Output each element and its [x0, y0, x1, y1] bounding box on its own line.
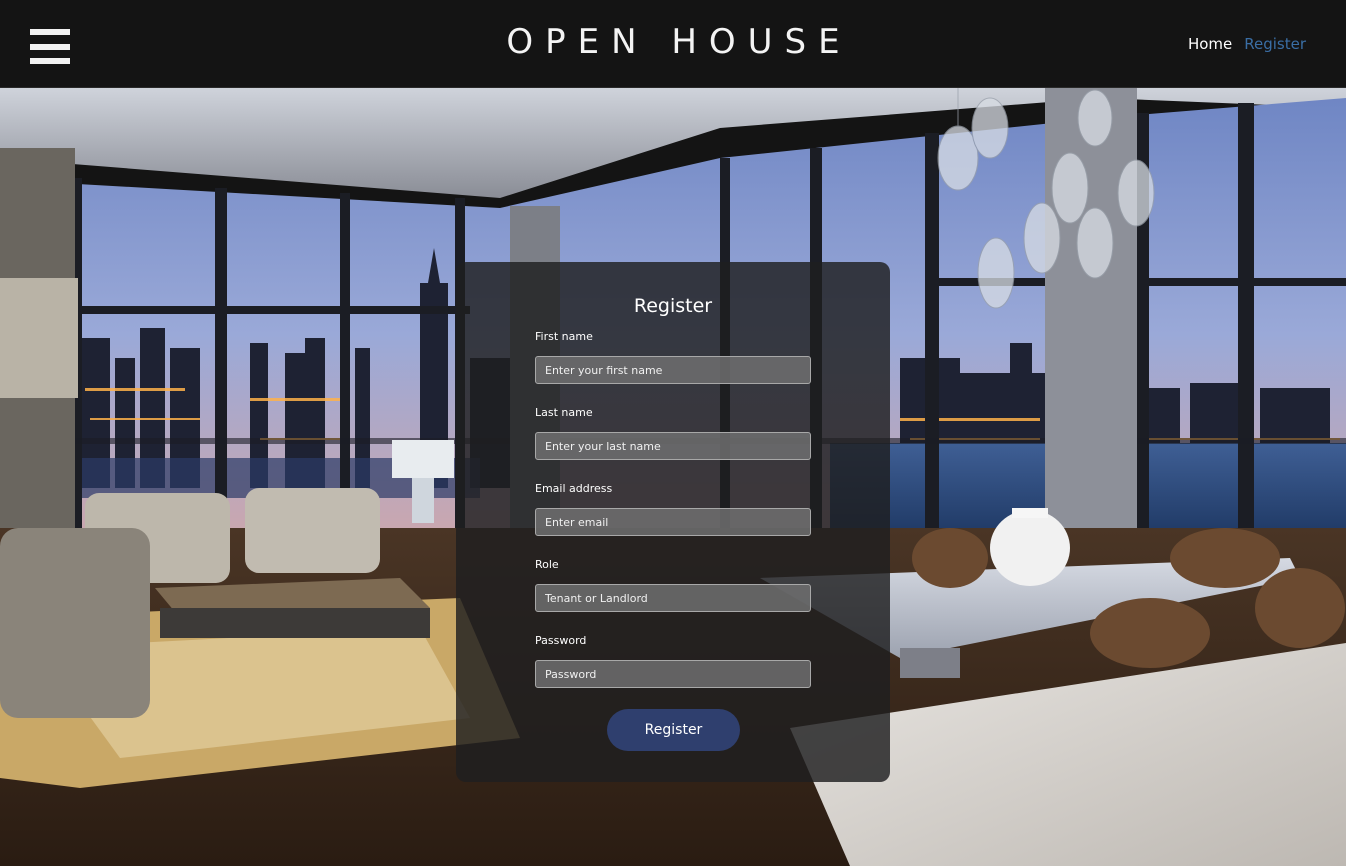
last-name-input[interactable]	[535, 432, 811, 460]
first-name-input[interactable]	[535, 356, 811, 384]
password-input[interactable]	[535, 660, 811, 688]
first-name-label: First name	[535, 330, 593, 343]
register-submit-button[interactable]: Register	[607, 709, 740, 751]
password-label: Password	[535, 634, 587, 647]
last-name-label: Last name	[535, 406, 593, 419]
site-brand[interactable]: OPEN HOUSE	[0, 22, 1346, 62]
top-navbar: OPEN HOUSE Home Register	[0, 0, 1346, 88]
form-title: Register	[633, 295, 713, 317]
role-input[interactable]	[535, 584, 811, 612]
register-form: Register First name Last name Email addr…	[456, 262, 890, 782]
email-input[interactable]	[535, 508, 811, 536]
nav-register-link[interactable]: Register	[1244, 35, 1306, 53]
nav-home-link[interactable]: Home	[1188, 35, 1232, 53]
email-label: Email address	[535, 482, 613, 495]
nav-links: Home Register	[1188, 35, 1306, 53]
role-label: Role	[535, 558, 559, 571]
